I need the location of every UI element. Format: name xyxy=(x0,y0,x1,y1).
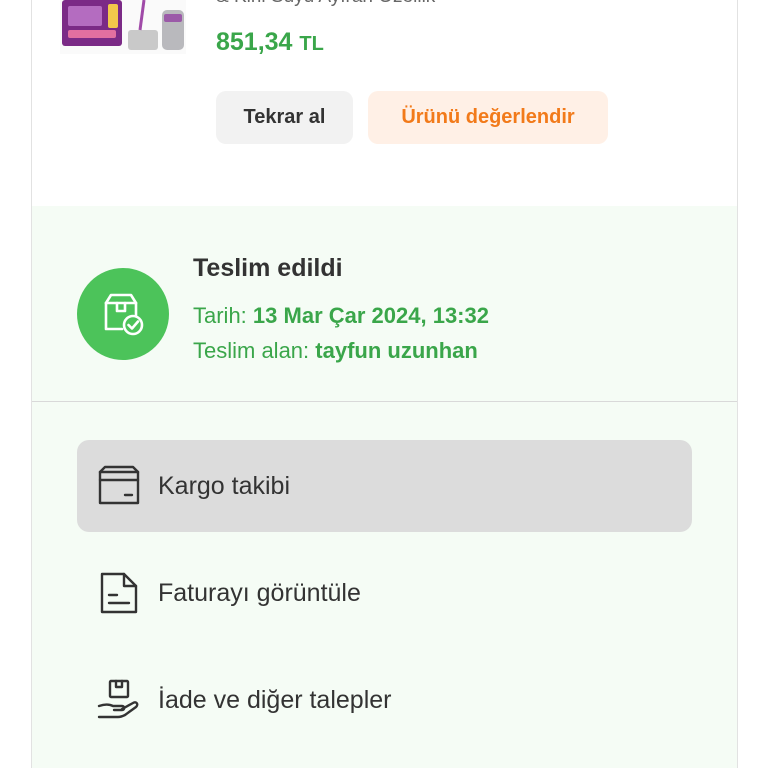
date-value: 13 Mar Çar 2024, 13:32 xyxy=(252,303,489,328)
date-label: Tarih: xyxy=(193,303,247,328)
review-product-button[interactable]: Ürünü değerlendir xyxy=(368,91,608,144)
delivery-date: Tarih: 13 Mar Çar 2024, 13:32 xyxy=(193,303,489,329)
delivery-receiver: Teslim alan: tayfun uzunhan xyxy=(193,338,478,364)
delivery-status-section: Teslim edildi Tarih: 13 Mar Çar 2024, 13… xyxy=(32,206,737,402)
cargo-tracking-button[interactable]: Kargo takibi xyxy=(77,440,692,532)
rebuy-button[interactable]: Tekrar al xyxy=(216,91,353,144)
order-detail-card: & Kirli Suyu Ayıran Özellik 851,34 TL Te… xyxy=(31,0,738,768)
view-invoice-label: Faturayı görüntüle xyxy=(158,578,361,607)
receiver-label: Teslim alan: xyxy=(193,338,310,363)
price-currency: TL xyxy=(299,33,324,55)
product-title[interactable]: & Kirli Suyu Ayıran Özellik xyxy=(216,0,435,8)
cargo-tracking-label: Kargo takibi xyxy=(158,471,291,500)
price-value: 851,34 xyxy=(216,28,293,56)
receiver-value: tayfun uzunhan xyxy=(315,338,478,363)
box-icon xyxy=(97,464,141,508)
return-hand-icon xyxy=(97,678,141,722)
status-title: Teslim edildi xyxy=(193,254,343,282)
product-section: & Kirli Suyu Ayıran Özellik 851,34 TL Te… xyxy=(32,0,737,206)
product-thumbnail[interactable] xyxy=(60,0,186,54)
return-requests-label: İade ve diğer talepler xyxy=(158,685,392,714)
view-invoice-button[interactable]: Faturayı görüntüle xyxy=(77,547,692,639)
delivered-box-icon xyxy=(77,268,169,360)
return-requests-button[interactable]: İade ve diğer talepler xyxy=(77,654,692,746)
invoice-icon xyxy=(97,571,141,615)
product-price: 851,34 TL xyxy=(216,28,324,57)
order-actions: Kargo takibi Faturayı görüntüle İade ve … xyxy=(32,402,737,768)
